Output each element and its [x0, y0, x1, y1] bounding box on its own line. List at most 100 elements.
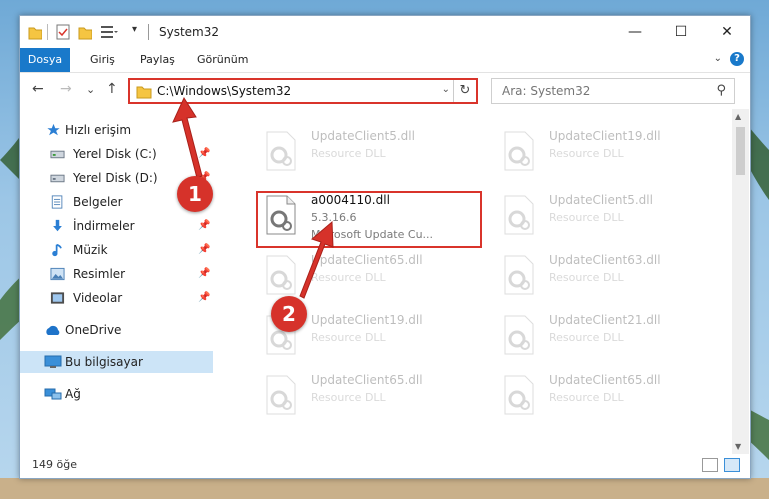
close-button[interactable]: ✕: [704, 16, 750, 48]
sidebar-item-label: Resimler: [73, 267, 126, 281]
sidebar-item-label: Bu bilgisayar: [65, 355, 143, 369]
maximize-button[interactable]: ☐: [658, 16, 704, 48]
minimize-button[interactable]: —: [612, 16, 658, 48]
sidebar-item-network[interactable]: Ağ: [20, 383, 213, 405]
sidebar-item-this-pc[interactable]: Bu bilgisayar: [20, 351, 213, 373]
sidebar-item-label: Belgeler: [73, 195, 123, 209]
file-name: UpdateClient19.dll: [311, 313, 423, 327]
file-item[interactable]: UpdateClient65.dll Resource DLL: [493, 369, 723, 425]
customize-icon[interactable]: [100, 24, 118, 40]
dll-file-icon: [266, 255, 296, 295]
file-type: Resource DLL: [311, 271, 386, 284]
file-name: UpdateClient21.dll: [549, 313, 661, 327]
item-count: 149 öğe: [32, 458, 77, 471]
pin-icon: 📌: [198, 292, 211, 303]
explorer-window: ▾ System32 — ☐ ✕ Dosya Giriş Paylaş Görü…: [19, 15, 751, 479]
vertical-scrollbar[interactable]: ▲ ▼: [732, 109, 749, 454]
details-view-button[interactable]: [702, 458, 718, 472]
tab-share[interactable]: Paylaş: [140, 48, 175, 72]
file-item[interactable]: UpdateClient21.dll Resource DLL: [493, 309, 723, 365]
sidebar-item-downloads[interactable]: İndirmeler 📌: [20, 215, 213, 237]
file-name: UpdateClient63.dll: [549, 253, 661, 267]
ribbon-tabs: Dosya Giriş Paylaş Görünüm ⌄ ?: [20, 48, 750, 73]
scroll-down-icon[interactable]: ▼: [735, 442, 741, 451]
dll-file-icon: [504, 375, 534, 415]
tab-file[interactable]: Dosya: [20, 48, 70, 72]
file-type: Resource DLL: [549, 147, 624, 160]
drive-icon: [50, 174, 65, 183]
sidebar-item-music[interactable]: Müzik 📌: [20, 239, 213, 261]
computer-icon: [44, 355, 62, 368]
file-name: UpdateClient65.dll: [549, 373, 661, 387]
music-icon: [52, 243, 62, 257]
new-folder-icon[interactable]: [78, 24, 92, 40]
recent-locations-button[interactable]: ⌄: [86, 83, 95, 96]
pin-icon: 📌: [198, 244, 211, 255]
address-dropdown-icon[interactable]: ⌄: [442, 84, 450, 95]
address-path[interactable]: C:\Windows\System32: [157, 84, 291, 98]
drive-icon: [50, 150, 65, 159]
properties-icon[interactable]: [56, 24, 70, 40]
sidebar-item-quick-access[interactable]: Hızlı erişim: [20, 119, 213, 141]
back-button[interactable]: ←: [32, 81, 44, 97]
file-type: Resource DLL: [549, 211, 624, 224]
sidebar-item-label: Hızlı erişim: [65, 123, 132, 137]
sidebar-item-disk-c[interactable]: Yerel Disk (C:) 📌: [20, 143, 213, 165]
sidebar-item-label: Ağ: [65, 387, 81, 401]
file-item[interactable]: UpdateClient63.dll Resource DLL: [493, 249, 723, 305]
pin-icon: 📌: [198, 268, 211, 279]
quick-access-dropdown-icon[interactable]: ▾: [132, 24, 137, 35]
sidebar-item-label: Videolar: [73, 291, 123, 305]
sidebar-item-videos[interactable]: Videolar 📌: [20, 287, 213, 309]
tab-home[interactable]: Giriş: [90, 48, 115, 72]
file-type: Resource DLL: [311, 331, 386, 344]
file-type: Resource DLL: [549, 331, 624, 344]
address-bar[interactable]: C:\Windows\System32 ⌄ ↻: [128, 78, 478, 104]
dll-file-icon: [504, 315, 534, 355]
file-type: Resource DLL: [549, 391, 624, 404]
file-item[interactable]: UpdateClient5.dll Resource DLL: [493, 189, 723, 245]
file-item[interactable]: UpdateClient19.dll Resource DLL: [493, 125, 723, 181]
help-icon[interactable]: ?: [730, 52, 744, 66]
forward-button[interactable]: →: [60, 81, 72, 97]
cloud-icon: [46, 325, 60, 335]
scroll-up-icon[interactable]: ▲: [735, 112, 741, 121]
file-name: UpdateClient5.dll: [311, 129, 415, 143]
refresh-icon[interactable]: ↻: [453, 80, 476, 102]
pin-icon: 📌: [198, 148, 211, 159]
pictures-icon: [50, 267, 65, 281]
folder-icon: [28, 27, 42, 40]
sidebar-item-label: Yerel Disk (C:): [73, 147, 157, 161]
up-button[interactable]: ↑: [106, 81, 118, 97]
navigation-bar: ← → ⌄ ↑ C:\Windows\System32 ⌄ ↻ ⚲: [20, 73, 750, 109]
videos-icon: [50, 292, 65, 304]
file-list: UpdateClient5.dll Resource DLL UpdateCli…: [225, 109, 735, 449]
file-name: UpdateClient5.dll: [549, 193, 653, 207]
tiles-view-button[interactable]: [724, 458, 740, 472]
file-type: Resource DLL: [549, 271, 624, 284]
network-icon: [44, 388, 62, 400]
search-input[interactable]: [500, 83, 704, 99]
star-icon: [47, 123, 60, 136]
dll-file-icon: [266, 131, 296, 171]
file-highlight-box: [256, 191, 482, 248]
file-name: UpdateClient65.dll: [311, 373, 423, 387]
dll-file-icon: [266, 375, 296, 415]
search-box[interactable]: ⚲: [491, 78, 735, 104]
ribbon-expand-icon[interactable]: ⌄: [714, 53, 722, 64]
search-icon[interactable]: ⚲: [716, 83, 726, 98]
file-type: Resource DLL: [311, 147, 386, 160]
file-item[interactable]: UpdateClient65.dll Resource DLL: [255, 369, 485, 425]
step-badge-1: 1: [177, 176, 213, 212]
navigation-pane: Hızlı erişim Yerel Disk (C:) 📌 Yerel Dis…: [20, 109, 213, 449]
folder-icon: [136, 86, 152, 99]
tab-view[interactable]: Görünüm: [197, 48, 248, 72]
dll-file-icon: [504, 131, 534, 171]
file-type: Resource DLL: [311, 391, 386, 404]
file-name: UpdateClient65.dll: [311, 253, 423, 267]
sidebar-item-pictures[interactable]: Resimler 📌: [20, 263, 213, 285]
sidebar-item-onedrive[interactable]: OneDrive: [20, 319, 213, 341]
file-item[interactable]: UpdateClient5.dll Resource DLL: [255, 125, 485, 181]
sidebar-item-label: OneDrive: [65, 323, 122, 337]
scroll-thumb[interactable]: [736, 127, 745, 175]
